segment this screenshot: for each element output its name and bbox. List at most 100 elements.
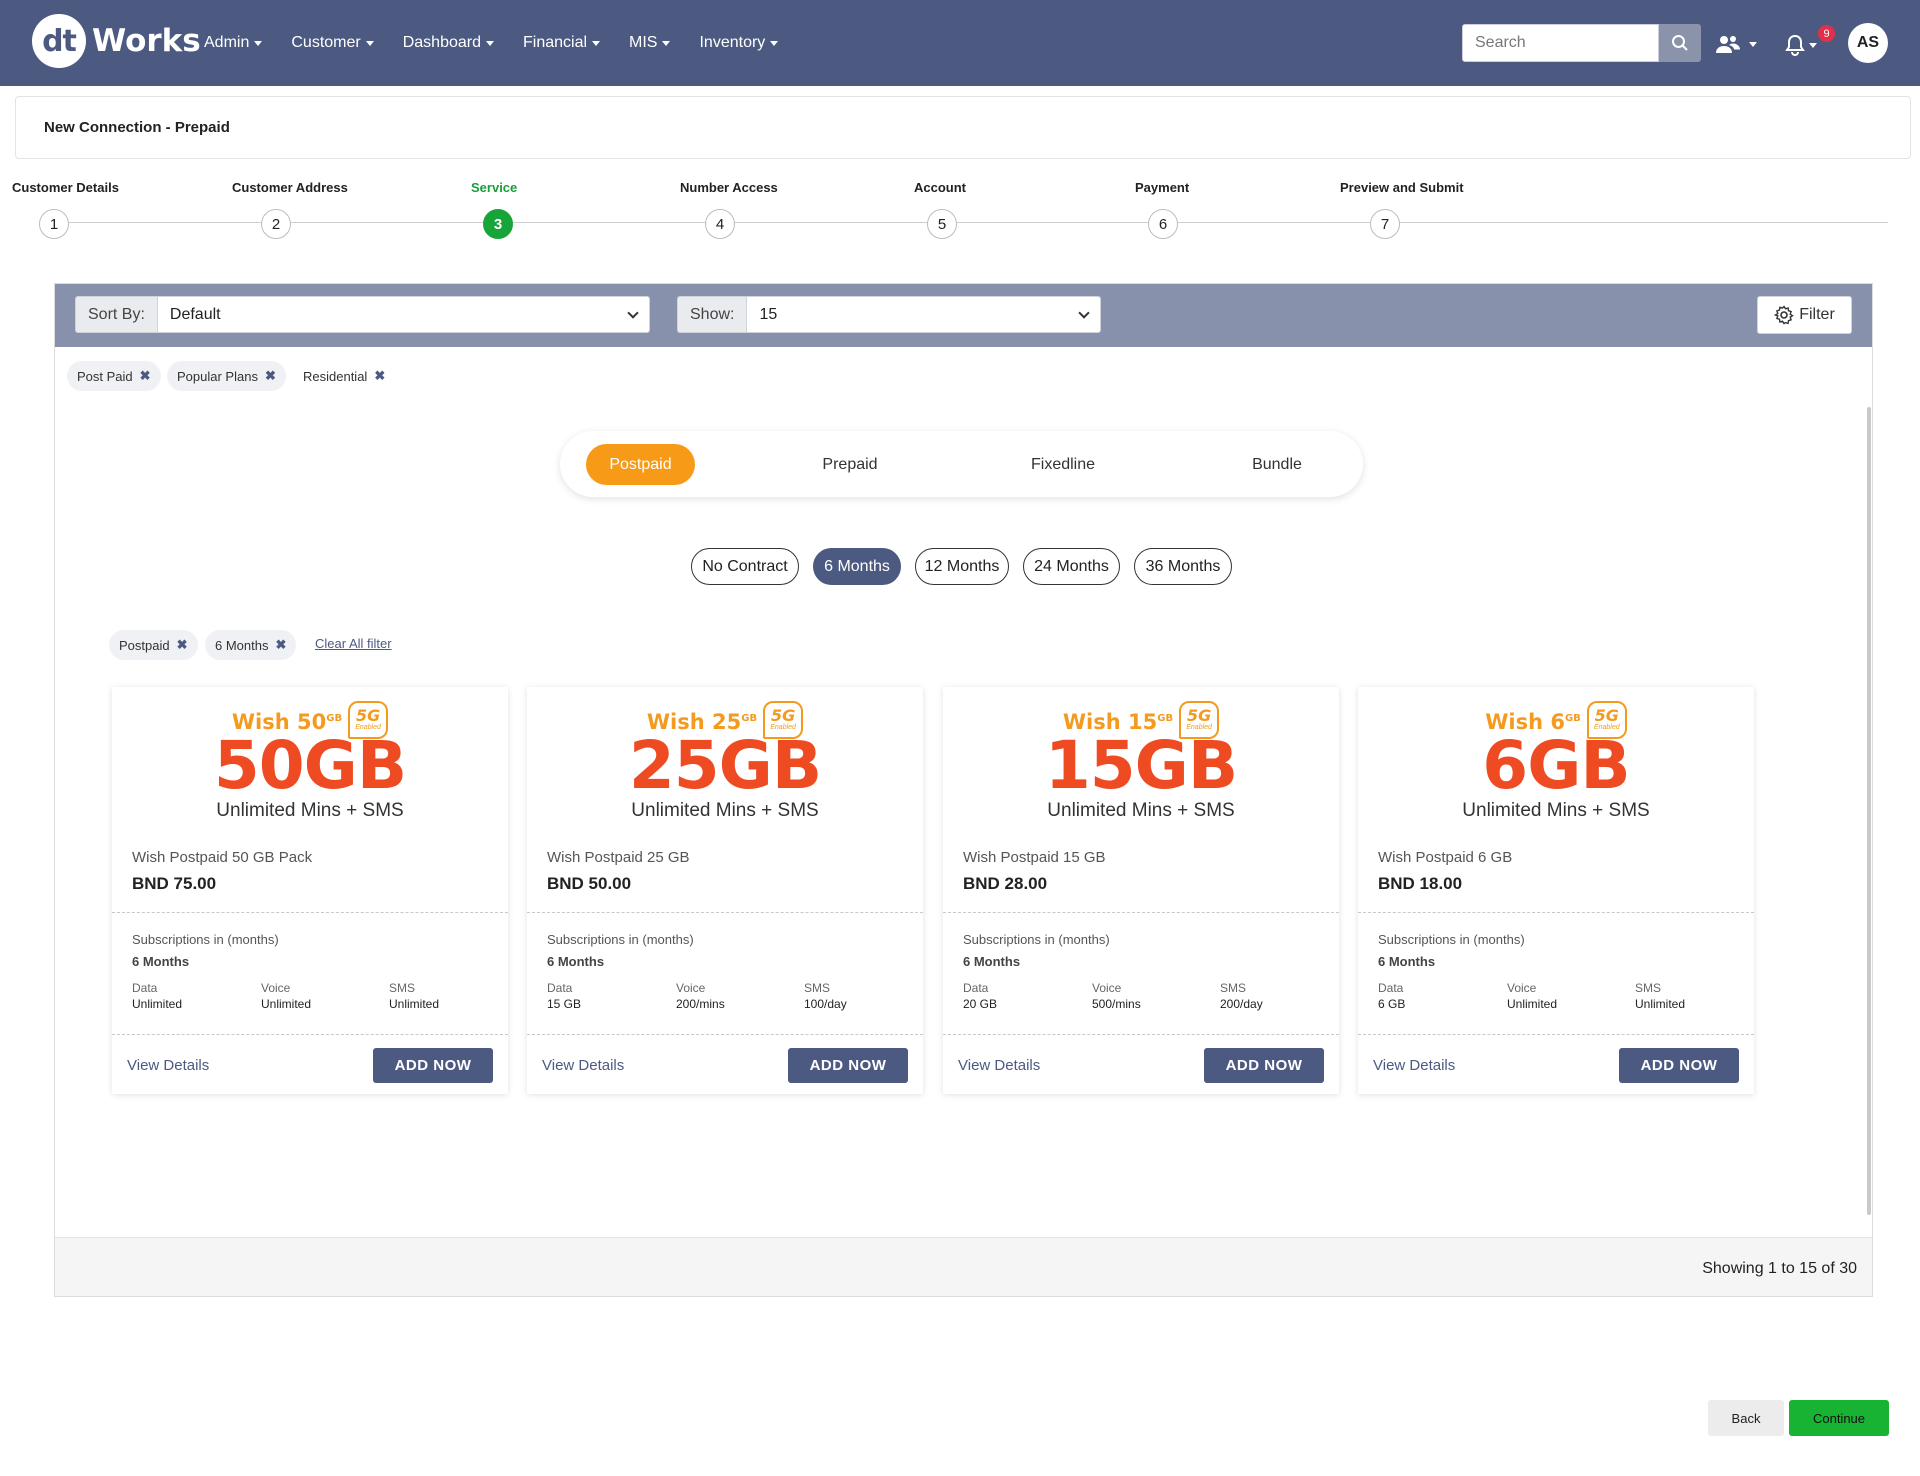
spec-value: Unlimited	[389, 997, 440, 1011]
step-number: 5	[927, 209, 957, 239]
notifications-menu[interactable]	[1785, 34, 1817, 56]
data-spec: Data 20 GB	[963, 981, 997, 1011]
filter-chip-residential: Residential ✖	[293, 361, 396, 391]
brand-unit: GB	[1157, 713, 1174, 724]
step-customer-address[interactable]: Customer Address 2	[232, 180, 348, 239]
user-avatar[interactable]: AS	[1848, 23, 1888, 63]
add-now-button[interactable]: ADD NOW	[1204, 1048, 1324, 1083]
nav-mis[interactable]: MIS	[629, 34, 671, 52]
spec-label: Data	[547, 981, 573, 995]
spec-value: Unlimited	[261, 997, 312, 1011]
view-details-link[interactable]: View Details	[1373, 1057, 1455, 1074]
nav-dashboard[interactable]: Dashboard	[403, 34, 494, 52]
step-number: 1	[39, 209, 69, 239]
plan-card: Wish 50GB 5G Enabled 50GB Unlimited Mins …	[112, 687, 508, 1094]
duration-36-months[interactable]: 36 Months	[1134, 548, 1232, 585]
step-service[interactable]: Service 3	[471, 180, 517, 239]
step-payment[interactable]: Payment 6	[1135, 180, 1189, 239]
users-menu[interactable]	[1715, 34, 1757, 54]
data-spec: Data 15 GB	[547, 981, 581, 1011]
brand-logo[interactable]: dt Works	[32, 14, 201, 68]
close-icon[interactable]: ✖	[275, 637, 286, 653]
nav-label: MIS	[629, 34, 658, 51]
plan-card: Wish 6GB 5G Enabled 6GB Unlimited Mins + …	[1358, 687, 1754, 1094]
search-button[interactable]	[1659, 24, 1701, 62]
plans-panel: Sort By: Default Show: 15 Filter Post Pa…	[54, 283, 1873, 1297]
search-input[interactable]	[1462, 24, 1659, 62]
wizard-stepper: Customer Details 1 Customer Address 2 Se…	[0, 180, 1920, 240]
show-count-select[interactable]: 15	[746, 296, 1102, 333]
duration-6-months[interactable]: 6 Months	[813, 548, 901, 585]
view-details-link[interactable]: View Details	[958, 1057, 1040, 1074]
tab-prepaid[interactable]: Prepaid	[780, 444, 920, 485]
close-icon[interactable]: ✖	[140, 368, 151, 384]
view-details-link[interactable]: View Details	[127, 1057, 209, 1074]
active-filter-6-months: 6 Months ✖	[205, 630, 297, 660]
sort-by-select[interactable]: Default	[156, 296, 650, 333]
caret-down-icon	[365, 40, 374, 46]
plan-data-size: 15GB	[1044, 727, 1238, 804]
step-number: 6	[1148, 209, 1178, 239]
spec-label: SMS	[1220, 981, 1247, 995]
filter-label: Filter	[1799, 306, 1835, 323]
step-label: Customer Details	[12, 180, 119, 195]
spec-value: Unlimited	[1507, 997, 1558, 1011]
caret-down-icon	[254, 40, 263, 46]
spec-value: 15 GB	[547, 997, 582, 1011]
plan-details: Subscriptions in (months) 6 Months Data 6…	[1358, 913, 1754, 1034]
view-details-link[interactable]: View Details	[542, 1057, 624, 1074]
filter-chip-popular-plans: Popular Plans ✖	[167, 361, 286, 391]
search-icon	[1672, 35, 1688, 51]
tab-bundle[interactable]: Bundle	[1207, 444, 1347, 485]
data-spec: Data 6 GB	[1378, 981, 1405, 1011]
subscription-value: 6 Months	[547, 954, 605, 969]
pagination-footer: Showing 1 to 15 of 30	[55, 1237, 1872, 1296]
logo-mark: dt	[32, 14, 86, 68]
spec-label: Voice	[1507, 981, 1537, 995]
plan-details: Subscriptions in (months) 6 Months Data 1…	[527, 913, 923, 1034]
nav-inventory[interactable]: Inventory	[699, 34, 779, 52]
duration-no-contract[interactable]: No Contract	[691, 548, 799, 585]
step-preview-submit[interactable]: Preview and Submit 7	[1340, 180, 1464, 239]
step-label: Preview and Submit	[1340, 180, 1464, 195]
chip-label: Residential	[303, 368, 368, 384]
duration-12-months[interactable]: 12 Months	[915, 548, 1009, 585]
tab-fixedline[interactable]: Fixedline	[993, 444, 1133, 485]
step-number: 7	[1370, 209, 1400, 239]
step-account[interactable]: Account 5	[914, 180, 966, 239]
spec-label: Data	[1378, 981, 1404, 995]
step-number: 2	[261, 209, 291, 239]
spec-value: 100/day	[804, 997, 847, 1011]
caret-down-icon	[770, 40, 779, 46]
tab-postpaid[interactable]: Postpaid	[586, 444, 695, 485]
back-button[interactable]: Back	[1708, 1400, 1784, 1436]
stepper-line	[54, 222, 1888, 223]
clear-all-filter-link[interactable]: Clear All filter	[315, 636, 392, 651]
step-customer-details[interactable]: Customer Details 1	[12, 180, 119, 239]
caret-down-icon	[1809, 42, 1817, 48]
add-now-button[interactable]: ADD NOW	[788, 1048, 908, 1083]
plan-details: Subscriptions in (months) 6 Months Data U…	[112, 913, 508, 1034]
5g-text: 5G	[355, 706, 381, 725]
plan-actions: View Details ADD NOW	[943, 1035, 1339, 1095]
5g-text: 5G	[770, 706, 796, 725]
nav-financial[interactable]: Financial	[523, 34, 601, 52]
close-icon[interactable]: ✖	[265, 368, 276, 384]
close-icon[interactable]: ✖	[177, 637, 188, 653]
chevron-down-icon	[1078, 306, 1091, 319]
vertical-scrollbar[interactable]	[1867, 407, 1871, 1215]
step-number-access[interactable]: Number Access 4	[680, 180, 778, 239]
add-now-button[interactable]: ADD NOW	[373, 1048, 493, 1083]
nav-admin[interactable]: Admin	[204, 34, 263, 52]
plan-tagline: Unlimited Mins + SMS	[1047, 800, 1235, 821]
add-now-button[interactable]: ADD NOW	[1619, 1048, 1739, 1083]
close-icon[interactable]: ✖	[374, 368, 385, 384]
nav-customer[interactable]: Customer	[291, 34, 374, 52]
spec-value: 200/day	[1220, 997, 1263, 1011]
continue-button[interactable]: Continue	[1789, 1400, 1889, 1436]
plan-actions: View Details ADD NOW	[527, 1035, 923, 1095]
duration-24-months[interactable]: 24 Months	[1023, 548, 1120, 585]
search-group	[1462, 24, 1701, 62]
filter-button[interactable]: Filter	[1757, 296, 1852, 334]
step-label: Account	[914, 180, 966, 195]
